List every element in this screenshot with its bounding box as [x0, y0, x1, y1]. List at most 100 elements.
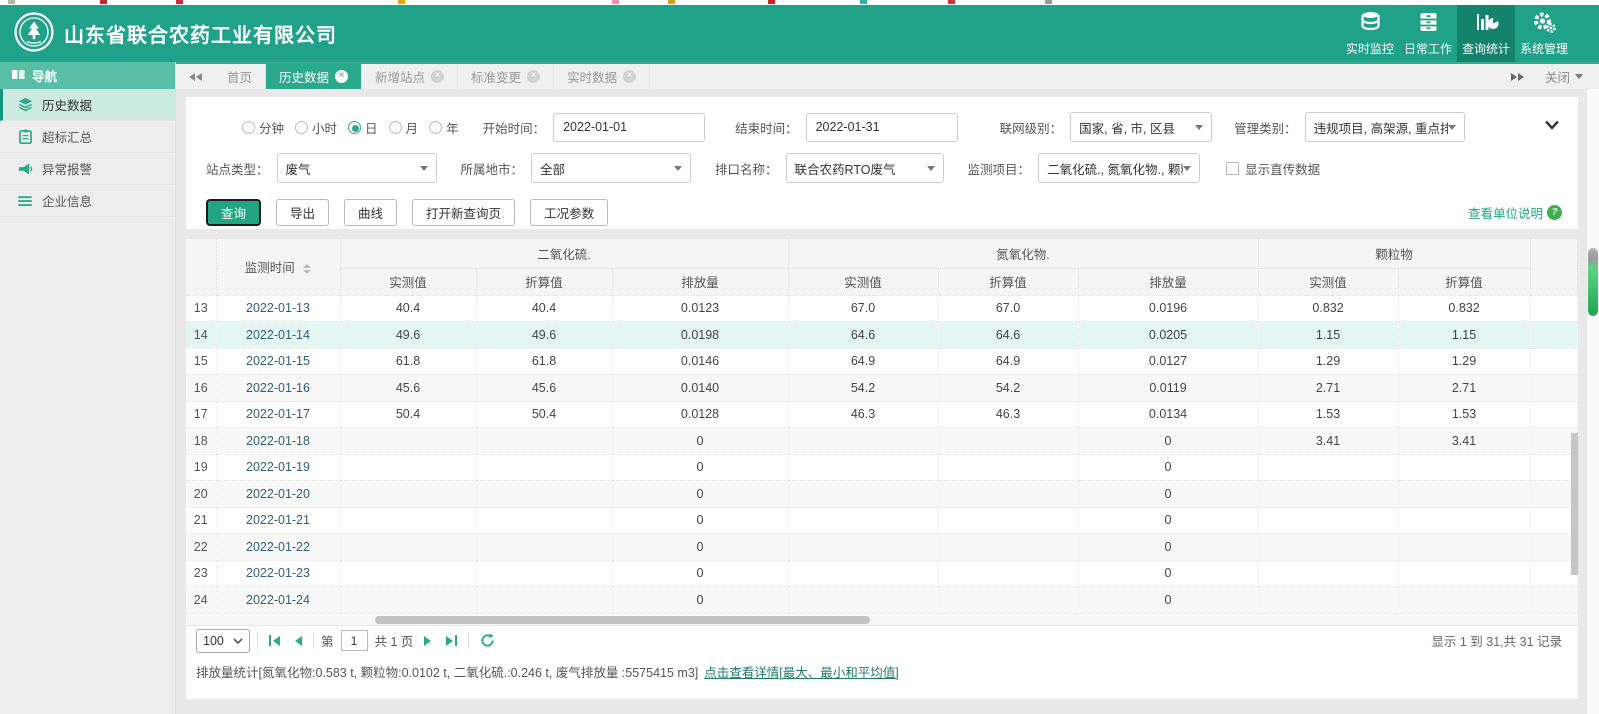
- horizontal-scrollbar-thumb[interactable]: [375, 615, 870, 624]
- nav-item-realtime-monitor[interactable]: 实时监控: [1341, 5, 1399, 62]
- cabinet-icon: [1416, 10, 1441, 37]
- cell: 1.15: [1398, 321, 1531, 349]
- sidebar-item-exceed-summary[interactable]: 超标汇总: [0, 121, 175, 153]
- table-row[interactable]: 13 2022-01-13 40.4 40.4 0.0123 67.0 67.0 0.0196…: [186, 295, 1579, 322]
- next-page-button[interactable]: [420, 635, 435, 646]
- query-button[interactable]: 查询: [206, 199, 262, 226]
- filter-panel: 分钟 小时 日 月 年 开始时间： 结束时间： 联网级别： 国家, 省, 市, …: [186, 97, 1578, 229]
- cell: 0: [612, 454, 789, 481]
- table-row[interactable]: 22 2022-01-22 0 0: [186, 533, 1579, 561]
- cell: [788, 427, 939, 455]
- start-time-input[interactable]: [553, 112, 706, 142]
- stats-detail-link[interactable]: 点击查看详情[最大、最小和平均值]: [704, 662, 898, 681]
- cell: 1.53: [1398, 401, 1531, 428]
- sort-icon[interactable]: [303, 263, 312, 274]
- cell: [340, 533, 477, 561]
- table-vertical-scrollbar[interactable]: [1571, 433, 1578, 575]
- operating-params-button[interactable]: 工况参数: [530, 199, 609, 226]
- monitor-items-select[interactable]: 二氧化硫., 氮氧化物., 颗粒: [1038, 153, 1201, 183]
- close-tab-icon[interactable]: ×: [335, 70, 349, 83]
- chevron-down-icon: [1575, 74, 1583, 79]
- table-row[interactable]: 16 2022-01-16 45.6 45.6 0.0140 54.2 54.2 0.0119…: [186, 374, 1579, 402]
- cell: 0.0127: [1078, 348, 1259, 375]
- cell: 0: [1078, 507, 1259, 534]
- table-row[interactable]: 21 2022-01-21 0 0: [186, 507, 1579, 534]
- first-page-button[interactable]: [265, 635, 284, 646]
- table-row[interactable]: 19 2022-01-19 0 0: [186, 454, 1579, 481]
- cell-date: 2022-01-22: [216, 533, 341, 561]
- horizontal-scrollbar-track[interactable]: [186, 614, 1578, 625]
- cell: 0: [612, 427, 789, 455]
- open-new-query-button[interactable]: 打开新查询页: [412, 199, 516, 226]
- page-size-select[interactable]: 100: [196, 628, 250, 653]
- sidebar-item-enterprise-info[interactable]: 企业信息: [0, 185, 175, 217]
- manage-type-label: 管理类别：: [1234, 121, 1297, 136]
- page-number-input[interactable]: [340, 630, 368, 651]
- tabs-scroll-left-icon[interactable]: [176, 64, 214, 89]
- tab-realtime-data[interactable]: 实时数据 ×: [554, 64, 651, 89]
- table-row[interactable]: 15 2022-01-15 61.8 61.8 0.0146 64.9 64.9 0.0127…: [186, 348, 1579, 375]
- radio-month[interactable]: 月: [388, 118, 418, 137]
- sidebar: 导航 历史数据 超标汇总 异常报警 企业信息: [0, 62, 176, 714]
- curve-button[interactable]: 曲线: [344, 199, 398, 226]
- city-select[interactable]: 全部: [531, 153, 692, 183]
- table-row[interactable]: 23 2022-01-23 0 0: [186, 560, 1579, 587]
- favicon-dot: [612, 0, 619, 4]
- direct-data-checkbox[interactable]: 显示直传数据: [1226, 159, 1320, 178]
- close-tab-icon[interactable]: ×: [527, 70, 541, 83]
- time-column-header[interactable]: 监测时间: [216, 239, 341, 296]
- cell: 0: [612, 560, 789, 587]
- station-type-select[interactable]: 废气: [276, 153, 437, 183]
- close-tab-icon[interactable]: ×: [431, 70, 445, 83]
- last-page-button[interactable]: [442, 635, 461, 646]
- radio-year[interactable]: 年: [429, 118, 459, 137]
- tab-new-station[interactable]: 新增站点 ×: [362, 64, 459, 89]
- cell: [938, 560, 1079, 587]
- unit-explanation-link[interactable]: 查看单位说明 ?: [1468, 203, 1562, 222]
- cell-date: 2022-01-13: [216, 295, 341, 322]
- page-scrollbar-thumb[interactable]: [1588, 248, 1598, 316]
- collapse-filters-icon[interactable]: [1544, 119, 1560, 133]
- nav-item-system-management[interactable]: 系统管理: [1515, 5, 1573, 62]
- cell: 0: [1078, 586, 1259, 614]
- refresh-button[interactable]: [476, 633, 499, 648]
- tabs-scroll-right-icon[interactable]: [1499, 64, 1537, 89]
- close-tab-icon[interactable]: ×: [623, 70, 637, 83]
- table-row[interactable]: 20 2022-01-20 0 0: [186, 480, 1579, 508]
- table-row[interactable]: 17 2022-01-17 50.4 50.4 0.0128 46.3 46.3 0.0134…: [186, 401, 1579, 428]
- sidebar-item-history-data[interactable]: 历史数据: [0, 89, 175, 121]
- network-level-select[interactable]: 国家, 省, 市, 区县: [1070, 112, 1213, 142]
- table-row[interactable]: 14 2022-01-14 49.6 49.6 0.0198 64.6 64.6 0.0205…: [186, 321, 1579, 349]
- nav-item-daily-work[interactable]: 日常工作: [1399, 5, 1457, 62]
- export-button[interactable]: 导出: [276, 199, 330, 226]
- tab-history-data[interactable]: 历史数据 ×: [266, 64, 363, 89]
- prev-page-button[interactable]: [291, 635, 306, 646]
- radio-day[interactable]: 日: [348, 118, 378, 137]
- cell: [340, 586, 477, 614]
- outlet-select[interactable]: 联合农药RTO废气: [785, 153, 944, 183]
- tab-standard-change[interactable]: 标准变更 ×: [458, 64, 555, 89]
- cell: [938, 533, 1079, 561]
- nav-item-query-statistics[interactable]: 查询统计: [1457, 5, 1515, 62]
- close-menu-dropdown[interactable]: 关闭: [1537, 64, 1599, 89]
- cell: [1398, 480, 1531, 508]
- radio-minute[interactable]: 分钟: [242, 118, 284, 137]
- cell: 1.29: [1258, 348, 1399, 375]
- chevron-down-icon: [926, 165, 935, 171]
- cell: 2.71: [1398, 374, 1531, 402]
- cell: 18: [186, 427, 217, 455]
- cell: 50.4: [476, 401, 613, 428]
- table-row[interactable]: 18 2022-01-18 0 0 3.41 3.41: [186, 427, 1579, 455]
- manage-type-select[interactable]: 违规项目, 高架源, 重点排: [1304, 112, 1465, 142]
- cell: 46.3: [788, 401, 939, 428]
- cell-date: 2022-01-21: [216, 507, 341, 534]
- radio-hour[interactable]: 小时: [295, 118, 337, 137]
- cell: [1530, 348, 1579, 375]
- page-scrollbar-track[interactable]: [1586, 89, 1599, 714]
- col-header: 实测值: [340, 268, 477, 296]
- sidebar-item-abnormal-alarm[interactable]: 异常报警: [0, 153, 175, 185]
- table-row[interactable]: 24 2022-01-24 0 0: [186, 586, 1579, 614]
- tab-home[interactable]: 首页: [214, 64, 267, 89]
- end-time-input[interactable]: [805, 112, 958, 142]
- cell: [788, 533, 939, 561]
